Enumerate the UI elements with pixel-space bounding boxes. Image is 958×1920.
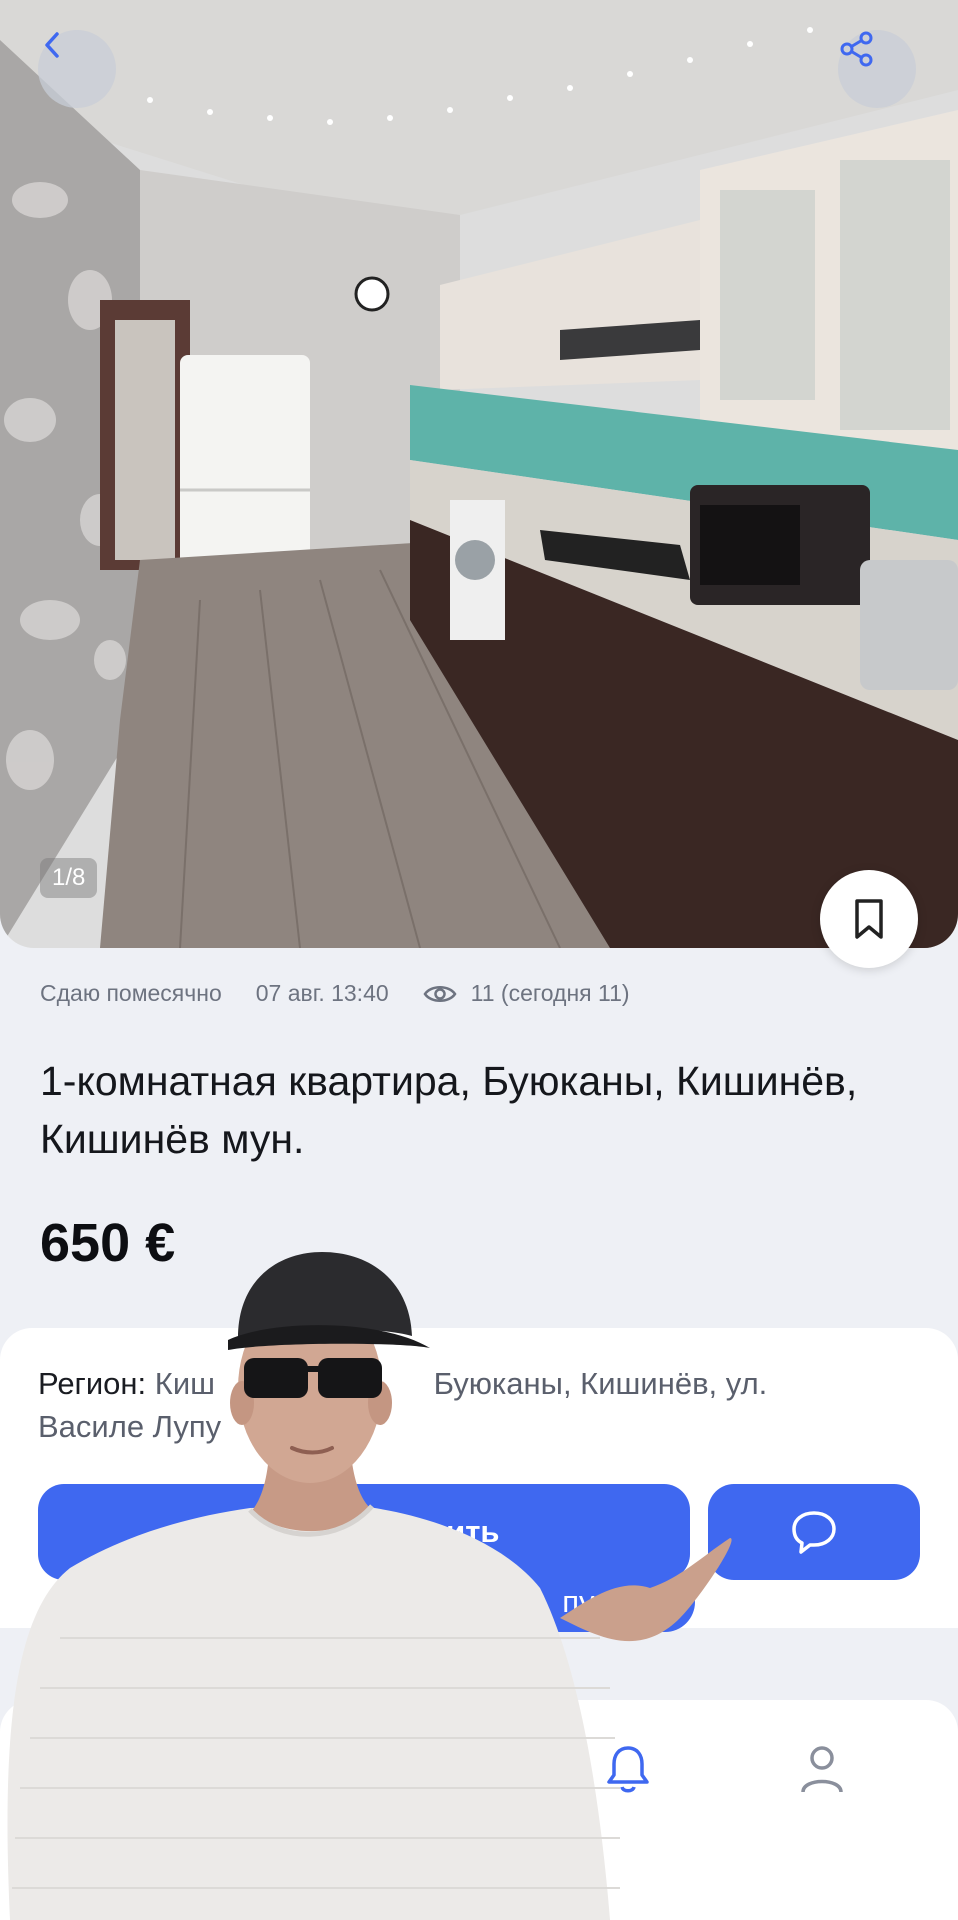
rent-type: Сдаю помесячно xyxy=(40,980,222,1006)
photo-gallery[interactable]: 1/8 xyxy=(0,0,958,948)
view-count: 11 (сегодня 11) xyxy=(470,980,630,1006)
chevron-left-icon xyxy=(45,32,59,58)
listing-title: 1-комнатная квартира, Буюканы, Кишинёв, … xyxy=(40,1058,858,1162)
bookmark-icon xyxy=(855,899,883,939)
bookmark-button[interactable] xyxy=(820,870,918,968)
kitchen-photo xyxy=(0,0,958,948)
nav-profile[interactable] xyxy=(797,1742,847,1801)
listing-date: 07 авг. 13:40 xyxy=(255,980,389,1006)
eye-icon xyxy=(423,985,457,1002)
share-icon xyxy=(840,31,873,67)
listing-meta: Сдаю помесячно 07 авг. 13:40 11 (сегодня… xyxy=(40,980,630,1007)
presenter-video-overlay xyxy=(7,1252,732,1920)
chat-icon xyxy=(792,1511,836,1554)
user-icon xyxy=(801,1746,843,1793)
share-button[interactable] xyxy=(838,30,916,108)
back-button[interactable] xyxy=(38,30,116,108)
photo-counter: 1/8 xyxy=(40,858,98,898)
